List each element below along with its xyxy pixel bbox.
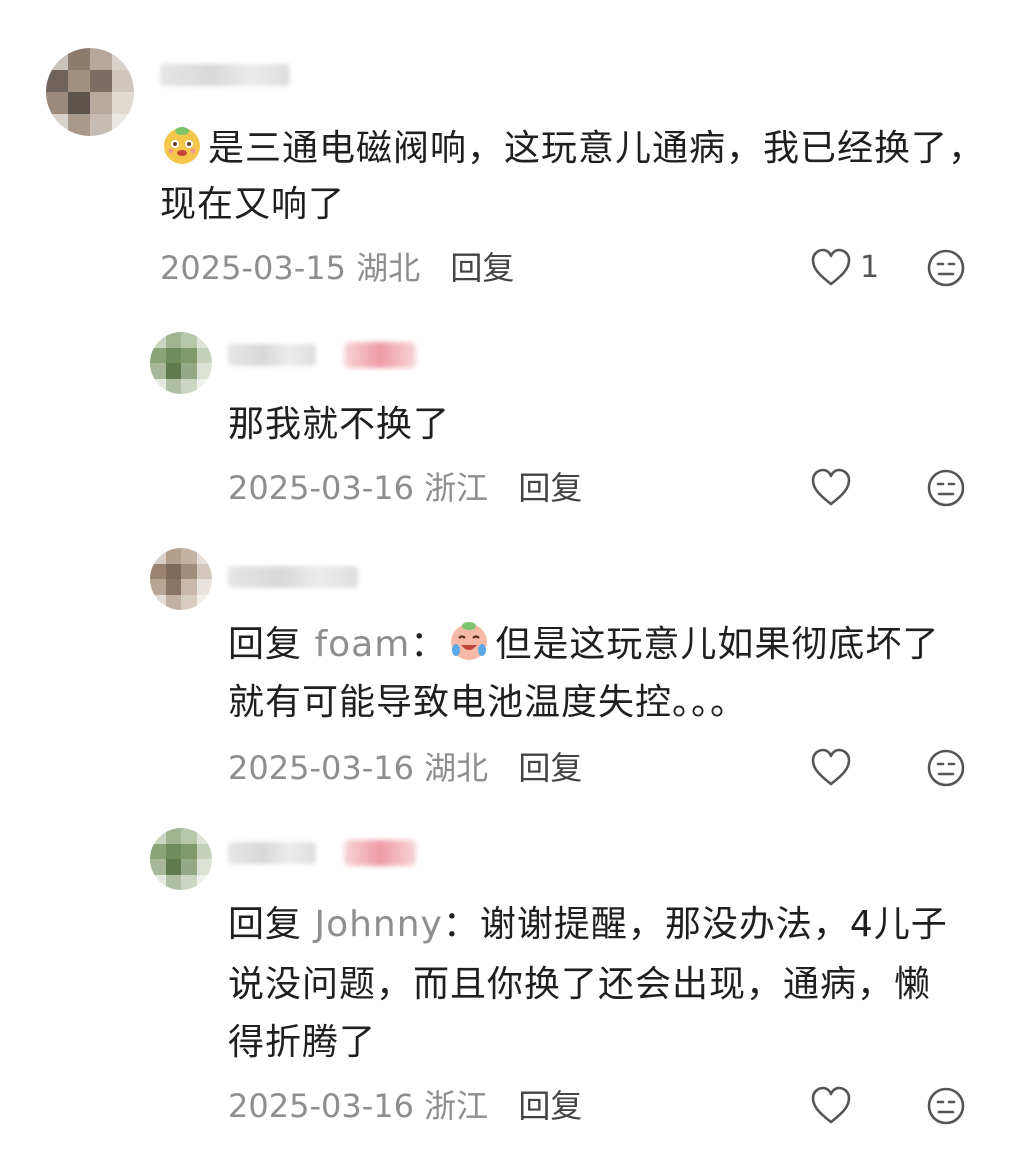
puppy-face-emoji — [160, 122, 204, 184]
username-blurred[interactable] — [228, 842, 316, 864]
mention-username[interactable]: Johnny — [314, 904, 442, 945]
crying-laugh-emoji — [447, 618, 491, 680]
user-badge-blurred — [344, 840, 416, 866]
like-count: 1 — [860, 250, 880, 285]
comment-text-line: 得折腾了 — [228, 1022, 377, 1063]
comment-date: 2025-03-16 — [228, 469, 414, 507]
comment-text-line: 现在又响了 — [160, 184, 346, 225]
comment-text: 是三通电磁阀响，这玩意儿通病，我已经换了， — [160, 120, 985, 184]
dislike-face-icon[interactable] — [926, 248, 966, 288]
comment-meta: 2025-03-16 湖北 回复 — [228, 748, 582, 788]
dislike-face-icon[interactable] — [926, 748, 966, 788]
comment-meta: 2025-03-15 湖北 回复 — [160, 248, 514, 288]
mention-username[interactable]: foam — [314, 624, 410, 665]
mention-colon: ： — [442, 904, 480, 945]
like-heart-icon[interactable] — [810, 468, 852, 508]
reply-button[interactable]: 回复 — [518, 1087, 582, 1125]
comment-text: 回复 foam： 但是这玩意儿如果彻底坏了 — [228, 616, 939, 680]
comment-meta: 2025-03-16 浙江 回复 — [228, 468, 582, 508]
comment-location: 湖北 — [356, 249, 421, 287]
comment-meta: 2025-03-16 浙江 回复 — [228, 1086, 582, 1126]
comment-text: 回复 Johnny：谢谢提醒，那没办法，4儿子 — [228, 904, 948, 945]
comment-text-line: 就有可能导致电池温度失控。。。 — [228, 682, 748, 723]
mention-colon: ： — [410, 624, 448, 665]
username-blurred[interactable] — [228, 566, 358, 588]
comment-location: 浙江 — [424, 1087, 489, 1125]
username-blurred[interactable] — [160, 64, 290, 86]
reply-button[interactable]: 回复 — [450, 249, 514, 287]
reply-prefix: 回复 — [228, 624, 303, 665]
like-heart-icon[interactable] — [810, 748, 852, 788]
comment-date: 2025-03-16 — [228, 749, 414, 787]
comment-text: 那我就不换了 — [228, 404, 451, 445]
reply-prefix: 回复 — [228, 904, 303, 945]
avatar[interactable] — [150, 828, 212, 890]
like-heart-icon[interactable] — [810, 1086, 852, 1126]
user-badge-blurred — [344, 342, 416, 368]
dislike-face-icon[interactable] — [926, 1086, 966, 1126]
reply-button[interactable]: 回复 — [518, 749, 582, 787]
comment-text-line: 说没问题，而且你换了还会出现，通病，懒 — [228, 964, 932, 1005]
reply-button[interactable]: 回复 — [518, 469, 582, 507]
username-blurred[interactable] — [228, 344, 316, 366]
comment-location: 湖北 — [424, 749, 489, 787]
comment-date: 2025-03-15 — [160, 249, 346, 287]
avatar[interactable] — [150, 332, 212, 394]
comment-date: 2025-03-16 — [228, 1087, 414, 1125]
avatar[interactable] — [46, 48, 134, 136]
dislike-face-icon[interactable] — [926, 468, 966, 508]
like-heart-icon[interactable] — [810, 248, 852, 288]
avatar[interactable] — [150, 548, 212, 610]
comment-location: 浙江 — [424, 469, 489, 507]
